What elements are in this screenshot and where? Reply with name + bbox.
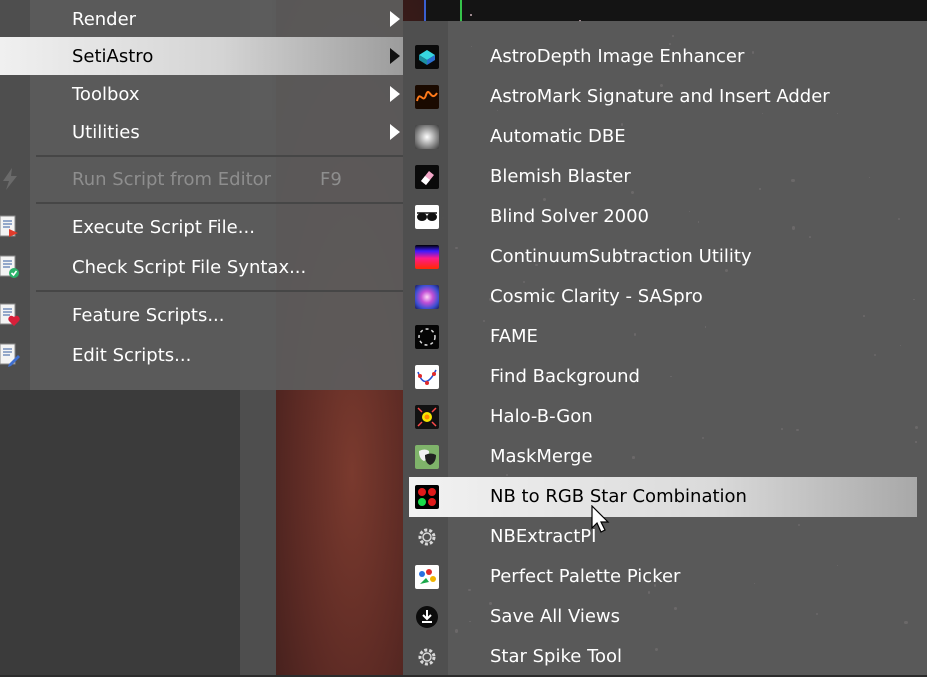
submenu-item-maskmerge[interactable]: MaskMerge <box>403 437 927 477</box>
submenu-item-find-background[interactable]: Find Background <box>403 357 927 397</box>
submenu-item-label: NB to RGB Star Combination <box>490 486 747 507</box>
submenu-item-label: Blemish Blaster <box>490 166 631 187</box>
submenu-item-label: Star Spike Tool <box>490 646 623 667</box>
spectrum-icon <box>415 245 439 269</box>
submenu-arrow-icon <box>390 86 400 102</box>
submenu-item-blind-solver[interactable]: Blind Solver 2000 <box>403 197 927 237</box>
script-check-icon <box>0 255 19 278</box>
submenu-item-label: Save All Views <box>490 606 621 627</box>
sunglasses-icon <box>415 205 439 229</box>
submenu-arrow-icon <box>390 124 400 140</box>
submenu-item-perfect-palette[interactable]: Perfect Palette Picker <box>403 557 927 597</box>
submenu-item-label: ContinuumSubtraction Utility <box>490 246 752 267</box>
gear-icon <box>415 645 439 669</box>
submenu-item-save-all-views[interactable]: Save All Views <box>403 597 927 637</box>
submenu-item-label: Cosmic Clarity - SASpro <box>490 286 703 307</box>
submenu-item-astromark[interactable]: AstroMark Signature and Insert Adder <box>403 77 927 117</box>
setiastro-submenu: AstroDepth Image Enhancer AstroMark Sign… <box>403 21 927 675</box>
rgb-dots-icon <box>415 485 439 509</box>
submenu-item-cosmic-clarity[interactable]: Cosmic Clarity - SASpro <box>403 277 927 317</box>
menu-item-label: Run Script from Editor <box>72 168 272 190</box>
submenu-arrow-icon <box>390 11 400 27</box>
submenu-item-astrodepth[interactable]: AstroDepth Image Enhancer <box>403 37 927 77</box>
script-run-icon <box>0 215 18 237</box>
script-edit-icon <box>0 343 20 367</box>
menu-item-label: Edit Scripts... <box>72 344 192 366</box>
eraser-icon <box>415 165 439 189</box>
submenu-item-halo-b-gon[interactable]: Halo-B-Gon <box>403 397 927 437</box>
menu-item-utilities[interactable]: Utilities <box>0 113 403 151</box>
menu-item-label: Execute Script File... <box>72 216 255 238</box>
mouse-cursor-icon <box>591 505 610 533</box>
galaxy-icon <box>415 285 439 309</box>
submenu-item-label: AstroDepth Image Enhancer <box>490 46 745 67</box>
halo-icon <box>415 405 439 429</box>
shortcut-label: F9 <box>320 168 342 190</box>
curve-icon <box>415 365 439 389</box>
submenu-item-label: Perfect Palette Picker <box>490 566 681 587</box>
gradient-sphere-icon <box>415 125 439 149</box>
submenu-item-label: Find Background <box>490 366 640 387</box>
menu-item-label: Feature Scripts... <box>72 304 225 326</box>
submenu-item-label: FAME <box>490 326 538 347</box>
star-circle-icon <box>415 325 439 349</box>
submenu-item-nb-to-rgb[interactable]: NB to RGB Star Combination <box>403 477 927 517</box>
view-border-blue <box>424 0 426 22</box>
submenu-item-label: Automatic DBE <box>490 126 626 147</box>
menu-separator <box>36 155 403 157</box>
menu-item-label: SetiAstro <box>72 45 154 67</box>
menu-item-render[interactable]: Render <box>0 0 403 38</box>
palette-icon <box>415 565 439 589</box>
menu-item-setiastro[interactable]: SetiAstro <box>0 37 403 75</box>
menu-item-label: Check Script File Syntax... <box>72 256 307 278</box>
menu-item-feature-scripts[interactable]: Feature Scripts... <box>0 296 403 334</box>
submenu-item-continuum[interactable]: ContinuumSubtraction Utility <box>403 237 927 277</box>
signature-icon <box>415 85 439 109</box>
submenu-item-label: NBExtractPI <box>490 526 597 547</box>
menu-item-edit-scripts[interactable]: Edit Scripts... <box>0 336 403 374</box>
menu-item-label: Toolbox <box>72 83 140 105</box>
submenu-item-label: AstroMark Signature and Insert Adder <box>490 86 830 107</box>
lightning-icon <box>3 168 17 190</box>
menu-separator <box>36 202 403 204</box>
submenu-item-nbextractpi[interactable]: NBExtractPI <box>403 517 927 557</box>
view-border-green <box>460 0 462 22</box>
submenu-item-automatic-dbe[interactable]: Automatic DBE <box>403 117 927 157</box>
script-favorite-icon <box>0 303 20 326</box>
menu-separator <box>36 290 403 292</box>
download-icon <box>415 605 439 629</box>
submenu-item-blemish-blaster[interactable]: Blemish Blaster <box>403 157 927 197</box>
menu-item-run-script: Run Script from Editor F9 <box>0 160 403 198</box>
astrodepth-icon <box>415 45 439 69</box>
menu-item-label: Utilities <box>72 121 140 143</box>
submenu-item-fame[interactable]: FAME <box>403 317 927 357</box>
gear-icon <box>415 525 439 549</box>
menu-item-check-syntax[interactable]: Check Script File Syntax... <box>0 248 403 286</box>
submenu-arrow-icon <box>390 48 400 64</box>
menu-item-toolbox[interactable]: Toolbox <box>0 75 403 113</box>
submenu-item-star-spike[interactable]: Star Spike Tool <box>403 637 927 677</box>
masks-icon <box>415 445 439 469</box>
menu-item-label: Render <box>72 8 137 30</box>
submenu-item-label: MaskMerge <box>490 446 593 467</box>
submenu-item-label: Halo-B-Gon <box>490 406 593 427</box>
script-menu: Render SetiAstro Toolbox Utilities Run S… <box>0 0 403 390</box>
submenu-item-label: Blind Solver 2000 <box>490 206 650 227</box>
menu-item-execute-script[interactable]: Execute Script File... <box>0 208 403 246</box>
